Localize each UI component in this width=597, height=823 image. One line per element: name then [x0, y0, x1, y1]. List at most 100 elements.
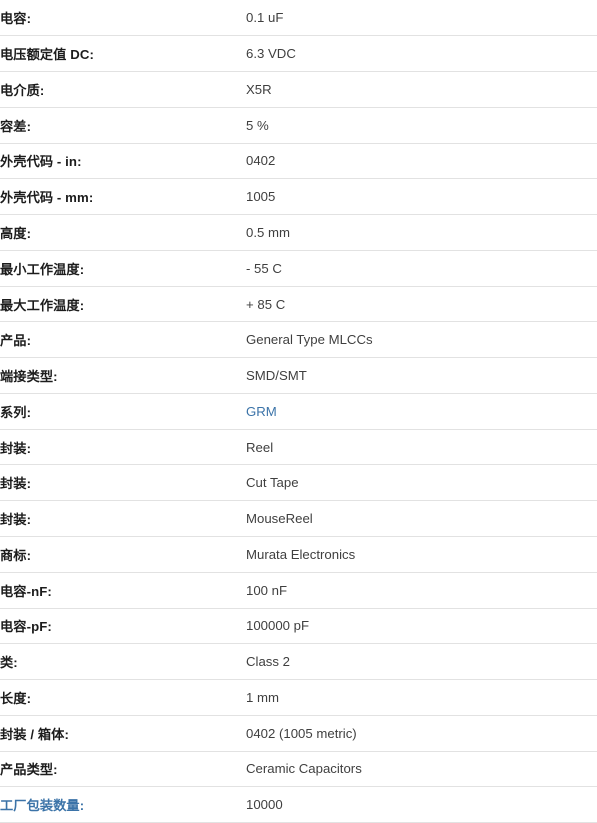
spec-label-cell: 电容-nF: — [0, 572, 246, 609]
spec-value-text: Reel — [246, 439, 274, 455]
spec-value-cell: 1005 — [246, 178, 597, 216]
spec-value-text: 0.5 mm — [246, 224, 290, 240]
table-row: 封装: Reel — [0, 429, 597, 466]
table-row: 封装: MouseReel — [0, 500, 597, 537]
spec-value-text: + 85 C — [246, 296, 286, 312]
spec-label-cell: 封装 / 箱体: — [0, 715, 246, 752]
spec-value-cell: 0.1 uF — [246, 0, 597, 37]
spec-value-cell: General Type MLCCs — [246, 321, 597, 359]
spec-label-text: 外壳代码 - mm: — [0, 190, 94, 206]
spec-label-cell: 电压额定值 DC: — [0, 35, 246, 73]
table-row: 长度: 1 mm — [0, 679, 597, 716]
spec-value-cell: SMD/SMT — [246, 357, 597, 394]
table-row: 容差: 5 % — [0, 107, 597, 144]
spec-label-cell: 外壳代码 - in: — [0, 143, 246, 180]
spec-value-cell: X5R — [246, 71, 597, 108]
spec-label-cell: 封装: — [0, 464, 246, 502]
table-row: 类: Class 2 — [0, 643, 597, 681]
spec-value-text: Class 2 — [246, 654, 290, 670]
table-row: 电容-nF: 100 nF — [0, 572, 597, 609]
table-row: 工厂包装数量: 10000 — [0, 786, 597, 823]
spec-label-text: 容差: — [0, 118, 32, 134]
spec-label-text: 电压额定值 DC: — [0, 47, 94, 63]
spec-label-text: 电容: — [0, 11, 32, 27]
table-row: 外壳代码 - mm: 1005 — [0, 178, 597, 216]
spec-label-text: 电容-nF: — [0, 583, 52, 599]
spec-value-text: 5 % — [246, 117, 269, 133]
spec-value-text: 1005 — [246, 189, 276, 205]
spec-value-link[interactable]: GRM — [246, 404, 277, 419]
spec-label-text: 产品: — [0, 333, 32, 349]
spec-label-text: 端接类型: — [0, 369, 58, 385]
spec-label-cell: 产品: — [0, 321, 246, 359]
spec-value-cell: 10000 — [246, 786, 597, 823]
spec-value-cell: Cut Tape — [246, 464, 597, 502]
spec-value-cell: 0402 (1005 metric) — [246, 715, 597, 752]
spec-value-cell: Class 2 — [246, 643, 597, 681]
table-row: 系列: GRM — [0, 393, 597, 430]
spec-label-text: 电容-pF: — [0, 619, 52, 635]
table-row: 封装: Cut Tape — [0, 464, 597, 502]
spec-value-cell: - 55 C — [246, 250, 597, 287]
spec-label-text: 封装: — [0, 476, 32, 492]
spec-label-text: 封装: — [0, 440, 32, 456]
spec-value-text: 0402 — [246, 153, 276, 169]
spec-label-text: 封装 / 箱体: — [0, 726, 69, 742]
spec-value-cell: 0402 — [246, 143, 597, 180]
table-row: 最小工作温度: - 55 C — [0, 250, 597, 287]
spec-value-cell: + 85 C — [246, 286, 597, 323]
table-row: 电介质: X5R — [0, 71, 597, 108]
spec-label-cell: 电介质: — [0, 71, 246, 108]
spec-value-text: 6.3 VDC — [246, 46, 296, 62]
spec-value-text: 0402 (1005 metric) — [246, 725, 357, 741]
table-row: 电压额定值 DC: 6.3 VDC — [0, 35, 597, 73]
spec-value-text: SMD/SMT — [246, 368, 307, 384]
spec-value-cell: 6.3 VDC — [246, 35, 597, 73]
spec-value-cell: 1 mm — [246, 679, 597, 716]
table-row: 最大工作温度: + 85 C — [0, 286, 597, 323]
table-row: 电容: 0.1 uF — [0, 0, 597, 37]
spec-value-cell: Reel — [246, 429, 597, 466]
spec-value-cell: 100000 pF — [246, 608, 597, 645]
spec-label-text: 类: — [0, 655, 18, 671]
spec-value-text: 0.1 uF — [246, 10, 284, 26]
spec-label-text: 系列: — [0, 404, 32, 420]
spec-label-cell: 外壳代码 - mm: — [0, 178, 246, 216]
spec-label-text: 最大工作温度: — [0, 297, 85, 313]
spec-label-cell: 最大工作温度: — [0, 286, 246, 323]
spec-label-text: 产品类型: — [0, 762, 58, 778]
spec-value-text: Ceramic Capacitors — [246, 761, 362, 777]
spec-label-cell: 长度: — [0, 679, 246, 716]
spec-label-cell: 容差: — [0, 107, 246, 144]
spec-value-text: - 55 C — [246, 260, 282, 276]
spec-label-cell: 封装: — [0, 429, 246, 466]
spec-label-cell: 系列: — [0, 393, 246, 430]
table-row: 产品: General Type MLCCs — [0, 321, 597, 359]
table-row: 高度: 0.5 mm — [0, 214, 597, 251]
spec-value-text: Murata Electronics — [246, 546, 356, 562]
table-row: 商标: Murata Electronics — [0, 536, 597, 573]
spec-value-text: X5R — [246, 81, 272, 97]
spec-label-cell: 最小工作温度: — [0, 250, 246, 287]
spec-label-cell: 类: — [0, 643, 246, 681]
spec-label-text: 外壳代码 - in: — [0, 154, 82, 170]
table-row: 电容-pF: 100000 pF — [0, 608, 597, 645]
table-row: 端接类型: SMD/SMT — [0, 357, 597, 394]
spec-label-text: 商标: — [0, 547, 32, 563]
spec-label-text: 封装: — [0, 512, 32, 528]
spec-label-cell: 高度: — [0, 214, 246, 251]
table-row: 封装 / 箱体: 0402 (1005 metric) — [0, 715, 597, 752]
spec-value-text: 100000 pF — [246, 618, 310, 634]
spec-label-text: 高度: — [0, 225, 32, 241]
spec-value-text: 100 nF — [246, 582, 288, 598]
table-row: 产品类型: Ceramic Capacitors — [0, 751, 597, 788]
specification-table-body: 电容: 0.1 uF 电压额定值 DC: 6.3 VDC 电介质: X5R 容差: 5 % 外壳… — [0, 0, 597, 823]
spec-label-text: 长度: — [0, 690, 32, 706]
spec-value-text: General Type MLCCs — [246, 332, 373, 348]
spec-value-cell: 5 % — [246, 107, 597, 144]
spec-label-cell: 电容: — [0, 0, 246, 37]
spec-label-cell: 电容-pF: — [0, 608, 246, 645]
spec-value-text: 1 mm — [246, 689, 279, 705]
spec-label-link[interactable]: 工厂包装数量: — [0, 798, 84, 813]
spec-label-cell: 产品类型: — [0, 751, 246, 788]
